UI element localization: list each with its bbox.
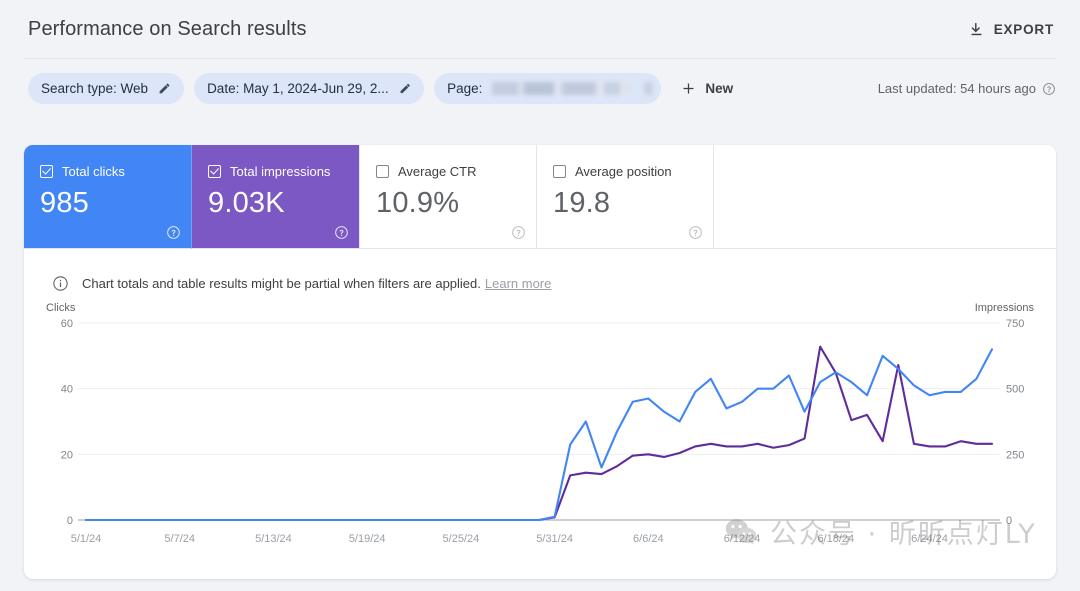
svg-text:5/25/24: 5/25/24 [443, 533, 480, 545]
info-banner-text-wrap: Chart totals and table results might be … [82, 275, 551, 293]
metric-card-average-ctr-label: Average CTR [398, 164, 477, 179]
metric-card-total-clicks-head: Total clicks [40, 164, 175, 179]
header-divider [24, 58, 1056, 59]
metric-card-total-impressions[interactable]: Total impressions 9.03K [192, 145, 360, 249]
last-updated: Last updated: 54 hours ago [878, 81, 1056, 96]
performance-chart: 0 20 40 60 0 250 500 750 Clicks Impressions 5/… [24, 301, 1056, 571]
plus-icon [683, 83, 694, 94]
metric-card-average-ctr-head: Average CTR [376, 164, 520, 179]
filter-chip-date[interactable]: Date: May 1, 2024-Jun 29, 2... [194, 73, 425, 104]
performance-chart-svg[interactable]: 0 20 40 60 0 250 500 750 Clicks Impressions 5/… [38, 301, 1042, 556]
question-circle-icon[interactable] [688, 225, 703, 240]
last-updated-label: Last updated: 54 hours ago [877, 81, 1036, 96]
chart-x-axis-ticks: 5/1/24 5/7/24 5/13/24 5/19/24 5/25/24 5/31/24… [71, 533, 948, 545]
svg-text:6/18/24: 6/18/24 [817, 533, 854, 545]
svg-text:20: 20 [61, 449, 73, 461]
svg-text:500: 500 [1006, 384, 1024, 396]
chart-left-axis-label: Clicks [46, 302, 76, 314]
chart-line-impressions [84, 345, 994, 522]
filter-chip-search-type-label: Search type: Web [41, 81, 149, 96]
metric-cards-row: Total clicks 985 Total impressions 9.03K [24, 145, 1056, 249]
export-button[interactable]: EXPORT [966, 17, 1056, 42]
new-filter-label: New [705, 81, 734, 96]
question-circle-icon[interactable] [1042, 82, 1056, 96]
metric-card-average-position-label: Average position [575, 164, 672, 179]
question-circle-icon[interactable] [334, 225, 349, 240]
svg-text:5/31/24: 5/31/24 [536, 533, 573, 545]
pencil-icon [159, 83, 170, 94]
svg-text:6/6/24: 6/6/24 [633, 533, 664, 545]
metric-card-total-impressions-head: Total impressions [208, 164, 343, 179]
filter-chip-date-label: Date: May 1, 2024-Jun 29, 2... [207, 81, 389, 96]
metric-card-average-ctr[interactable]: Average CTR 10.9% [360, 145, 537, 249]
page-title: Performance on Search results [28, 18, 307, 40]
filter-bar: Search type: Web Date: May 1, 2024-Jun 2… [0, 59, 1080, 118]
metric-card-total-clicks-value: 985 [40, 187, 89, 219]
chart-right-axis-ticks: 0 250 500 750 [1006, 318, 1024, 527]
checkbox-average-ctr[interactable] [376, 165, 389, 178]
performance-panel: Total clicks 985 Total impressions 9.03K [24, 145, 1056, 579]
info-icon [53, 276, 68, 291]
metric-card-average-position-value: 19.8 [553, 187, 611, 219]
filter-chip-page-label: Page: [447, 81, 483, 96]
metric-card-total-impressions-label: Total impressions [230, 164, 331, 179]
metric-card-average-position[interactable]: Average position 19.8 [537, 145, 714, 249]
export-label: EXPORT [993, 22, 1054, 37]
svg-text:250: 250 [1006, 449, 1024, 461]
metric-card-average-ctr-value: 10.9% [376, 187, 460, 219]
checkbox-total-impressions[interactable] [208, 165, 221, 178]
redacted-page-url [492, 82, 633, 95]
filter-chip-search-type[interactable]: Search type: Web [28, 73, 185, 104]
info-banner: Chart totals and table results might be … [24, 249, 1056, 301]
svg-text:0: 0 [1006, 515, 1012, 527]
redacted-page-url-tail [644, 82, 654, 95]
metric-card-average-position-head: Average position [553, 164, 697, 179]
chart-right-axis-label: Impressions [975, 302, 1035, 314]
svg-text:6/24/24: 6/24/24 [911, 533, 948, 545]
svg-text:5/1/24: 5/1/24 [71, 533, 102, 545]
svg-text:40: 40 [61, 384, 73, 396]
pencil-icon [400, 83, 410, 94]
metric-card-total-impressions-value: 9.03K [208, 187, 285, 219]
svg-text:6/12/24: 6/12/24 [724, 533, 761, 545]
svg-text:5/19/24: 5/19/24 [349, 533, 386, 545]
filter-chip-page[interactable]: Page: [434, 73, 662, 104]
chart-line-clicks [84, 348, 994, 522]
question-circle-icon[interactable] [511, 225, 526, 240]
checkbox-total-clicks[interactable] [40, 165, 53, 178]
page-header: Performance on Search results EXPORT [0, 0, 1080, 59]
chart-gridlines [78, 322, 1000, 521]
new-filter-button[interactable]: New [675, 73, 743, 104]
svg-text:750: 750 [1006, 318, 1024, 330]
info-banner-text: Chart totals and table results might be … [82, 275, 481, 291]
svg-text:60: 60 [61, 318, 73, 330]
chart-left-axis-ticks: 0 20 40 60 [61, 318, 73, 527]
metric-card-total-clicks[interactable]: Total clicks 985 [24, 145, 192, 249]
svg-text:5/7/24: 5/7/24 [164, 533, 195, 545]
metric-card-total-clicks-label: Total clicks [62, 164, 125, 179]
question-circle-icon[interactable] [166, 225, 181, 240]
checkbox-average-position[interactable] [553, 165, 566, 178]
svg-text:0: 0 [67, 515, 73, 527]
svg-text:5/13/24: 5/13/24 [255, 533, 292, 545]
learn-more-link[interactable]: Learn more [485, 276, 551, 291]
metric-cards-filler [714, 145, 1056, 249]
download-icon [971, 23, 982, 36]
